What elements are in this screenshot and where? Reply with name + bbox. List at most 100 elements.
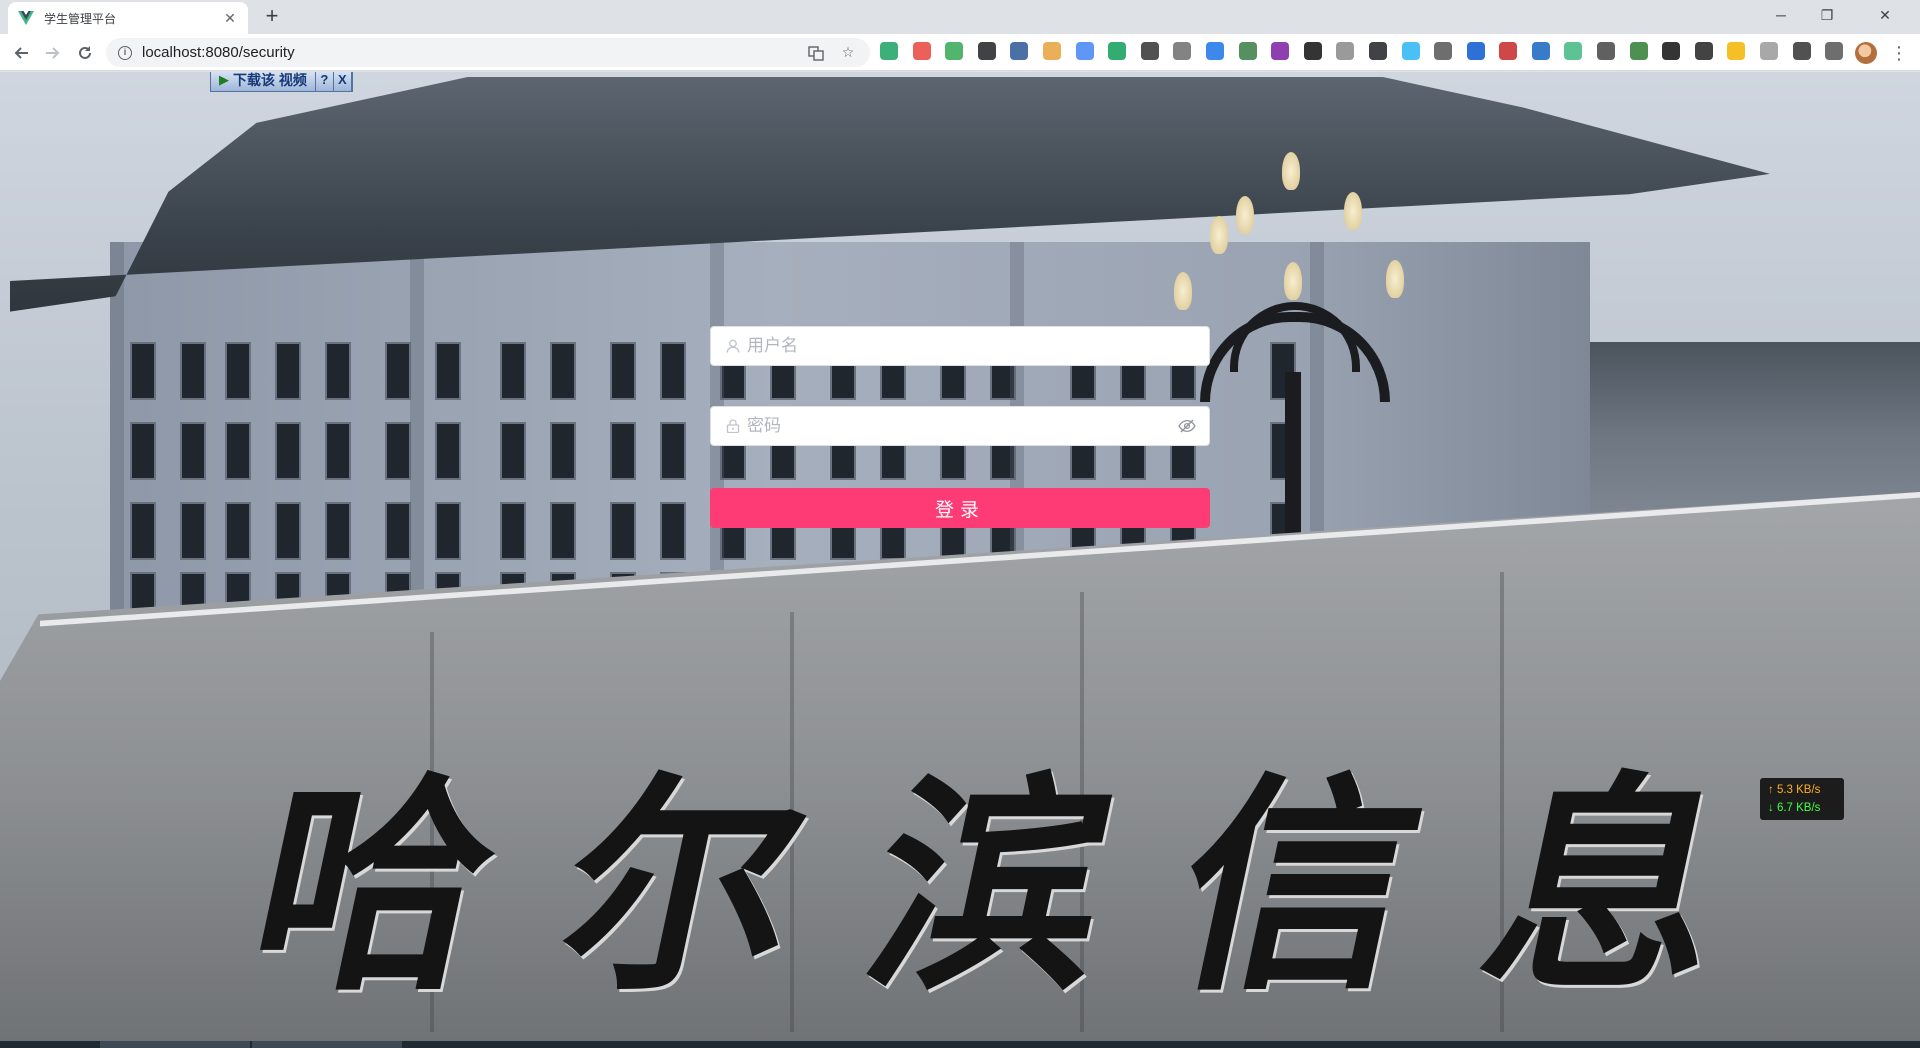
password-input[interactable] [747, 407, 1177, 445]
play-icon: ▶ [219, 72, 229, 87]
building-window [500, 502, 526, 560]
forward-button[interactable] [40, 40, 66, 66]
username-input[interactable] [747, 327, 1209, 365]
username-field[interactable] [710, 326, 1210, 366]
reload-button[interactable] [72, 40, 98, 66]
extension-icon[interactable] [1010, 42, 1029, 60]
taskbar-app[interactable] [100, 1041, 250, 1048]
building-window [660, 422, 686, 480]
extension-icon[interactable] [1042, 42, 1061, 60]
extension-icon[interactable] [1401, 42, 1420, 60]
address-bar[interactable]: i localhost:8080/security ☆ [106, 38, 870, 67]
tab-close-icon[interactable]: ✕ [222, 10, 238, 27]
extension-icon[interactable] [1368, 42, 1387, 60]
extension-icon[interactable] [880, 42, 898, 60]
minimize-button[interactable]: ─ [1758, 0, 1804, 30]
extension-icon[interactable] [977, 42, 996, 60]
extension-icon[interactable] [1173, 42, 1192, 60]
building-window [550, 342, 576, 400]
password-field[interactable] [710, 406, 1210, 446]
extension-icon[interactable] [1108, 42, 1127, 60]
extension-icon[interactable] [1303, 42, 1322, 60]
bookmark-star-icon[interactable]: ☆ [838, 43, 858, 63]
extension-icon[interactable] [1564, 42, 1583, 60]
extension-icon[interactable] [1336, 42, 1355, 60]
network-speed-widget: ↑ 5.3 KB/s ↓ 6.7 KB/s [1760, 778, 1844, 820]
extension-icon[interactable] [1825, 42, 1844, 60]
building-window [225, 422, 251, 480]
building-window [610, 502, 636, 560]
video-download-widget: ▶ 下载该 视频 ? X [210, 72, 353, 92]
extension-icon[interactable] [1792, 42, 1811, 60]
extension-icon[interactable] [1140, 42, 1159, 60]
arrow-left-icon [14, 47, 28, 59]
extension-icon[interactable] [945, 42, 964, 60]
extension-icon[interactable] [1760, 42, 1779, 60]
building-window [325, 342, 351, 400]
tab-bar: 学生管理平台 ✕ + ─ ❐ ✕ [0, 0, 1920, 34]
building-window [610, 422, 636, 480]
extension-icon[interactable] [1075, 42, 1094, 60]
login-button[interactable]: 登录 [710, 488, 1210, 528]
building-window [500, 342, 526, 400]
lamp-bulb [1236, 196, 1254, 234]
extension-icon[interactable] [1434, 42, 1453, 60]
download-speed: ↓ 6.7 KB/s [1768, 802, 1821, 814]
browser-menu-icon[interactable]: ⋮ [1890, 40, 1908, 66]
lamp-bulb [1284, 262, 1302, 300]
building-window [275, 422, 301, 480]
browser-tab[interactable]: 学生管理平台 ✕ [8, 2, 248, 34]
extension-icon[interactable] [912, 42, 931, 60]
os-taskbar [0, 1041, 1920, 1048]
lamp-bulb [1210, 216, 1228, 254]
building-window [275, 502, 301, 560]
building-window [550, 502, 576, 560]
extension-icon[interactable] [1271, 42, 1290, 60]
browser-toolbar: i localhost:8080/security ☆ ⋮ [0, 34, 1920, 71]
extension-icon[interactable] [1205, 42, 1224, 60]
upload-speed: ↑ 5.3 KB/s [1768, 784, 1821, 796]
site-info-icon[interactable]: i [118, 45, 132, 60]
wall-seam [430, 632, 434, 1032]
profile-avatar[interactable] [1855, 42, 1877, 64]
lock-icon [725, 418, 741, 434]
translate-icon[interactable] [806, 43, 826, 63]
building-window [610, 342, 636, 400]
lamp-bulb [1344, 192, 1362, 230]
user-icon [725, 338, 741, 354]
maximize-button[interactable]: ❐ [1804, 0, 1850, 30]
building-window [325, 422, 351, 480]
back-button[interactable] [8, 40, 34, 66]
extension-icon[interactable] [1629, 42, 1648, 60]
extension-icon[interactable] [1531, 42, 1550, 60]
password-visibility-icon[interactable] [1177, 416, 1197, 436]
building-window [130, 342, 156, 400]
building-window [225, 502, 251, 560]
taskbar-app[interactable] [252, 1041, 402, 1048]
extension-icon[interactable] [1499, 42, 1518, 60]
building-window [385, 342, 411, 400]
background-photo: 哈尔滨信息 [0, 72, 1920, 1048]
extension-icon[interactable] [1597, 42, 1616, 60]
page-viewport: 哈尔滨信息 ▶ 下载该 视频 ? X 登录 ↑ 5.3 K [0, 72, 1920, 1048]
extension-icon[interactable] [1694, 42, 1713, 60]
extension-icon[interactable] [1727, 42, 1746, 60]
building-window [660, 342, 686, 400]
widget-close-button[interactable]: X [333, 72, 352, 91]
wall-seam [1500, 572, 1504, 1032]
url-text[interactable]: localhost:8080/security [142, 44, 806, 61]
building-window [180, 502, 206, 560]
close-window-button[interactable]: ✕ [1850, 0, 1920, 30]
extension-icon[interactable] [1662, 42, 1681, 60]
reload-icon [79, 46, 91, 59]
vue-logo-icon [18, 11, 34, 25]
tab-title: 学生管理平台 [44, 11, 117, 26]
new-tab-button[interactable]: + [260, 5, 284, 29]
lamp-bulb [1282, 152, 1300, 190]
extension-icon[interactable] [1238, 42, 1257, 60]
extension-icon[interactable] [1466, 42, 1485, 60]
download-video-button[interactable]: ▶ 下载该 视频 [211, 72, 316, 91]
widget-help-button[interactable]: ? [315, 72, 334, 91]
building-window [385, 502, 411, 560]
building-window [275, 342, 301, 400]
